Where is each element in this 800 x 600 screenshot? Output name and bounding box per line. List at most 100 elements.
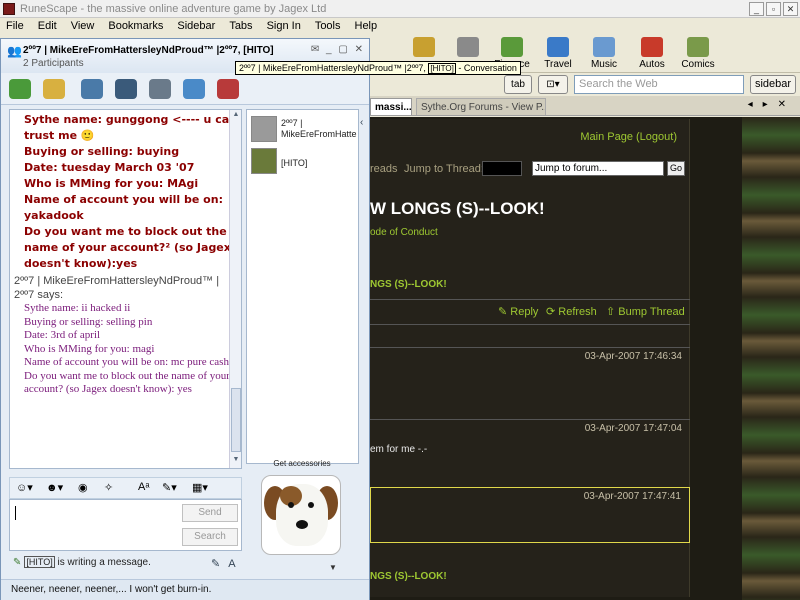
- menu-tabs[interactable]: Tabs: [229, 18, 252, 35]
- avatar[interactable]: [251, 116, 277, 142]
- get-accessories-link[interactable]: Get accessories: [257, 459, 347, 468]
- scroll-down-arrow[interactable]: ▼: [231, 456, 241, 466]
- display-picture[interactable]: [261, 475, 341, 555]
- jump-to-forum-select[interactable]: Jump to forum...: [532, 161, 664, 176]
- travel-icon: [547, 37, 569, 57]
- bump-icon: ⇧: [606, 306, 619, 318]
- invite-icon[interactable]: [9, 79, 31, 99]
- menu-file[interactable]: File: [6, 18, 24, 35]
- nudge-icon[interactable]: ◉: [78, 481, 88, 494]
- personal-message: Neener, neener, neener,... I won't get b…: [1, 579, 369, 600]
- accessories-panel: Get accessories ▼: [257, 459, 347, 579]
- chevron-down-icon[interactable]: ▼: [329, 563, 337, 572]
- refresh-button[interactable]: ⟳ Refresh: [546, 305, 597, 318]
- message-line: Who is MMing for you: magi: [24, 342, 155, 355]
- message-line: Sythe name: ii hacked ii: [24, 302, 131, 314]
- post-date: 03-Apr-2007 17:47:41: [583, 491, 681, 502]
- menu-sign-in[interactable]: Sign In: [267, 18, 301, 35]
- conversation-history[interactable]: Sythe name: gunggong <---- u can trust m…: [9, 109, 242, 469]
- toolbar-news[interactable]: [444, 37, 492, 59]
- tab-bar: massi... Sythe.Org Forums - View P... ◂▸…: [370, 96, 800, 116]
- jump-to-thread-input[interactable]: [482, 161, 522, 176]
- web-search-input[interactable]: Search the Web: [574, 75, 744, 94]
- forum-page: Main Page (Logout) reads Jump to Thread:…: [370, 117, 800, 600]
- tab-active[interactable]: massi...: [370, 98, 412, 115]
- emoticon-icon[interactable]: ☺▾: [16, 481, 33, 494]
- newspaper-icon: [457, 37, 479, 57]
- avatar[interactable]: [251, 148, 277, 174]
- minimize-button[interactable]: _: [749, 2, 764, 16]
- message-line: Do you want me to block out the name of …: [24, 369, 230, 396]
- close-button[interactable]: ✕: [783, 2, 798, 16]
- conversation-scrollbar[interactable]: ▲ ▼: [229, 110, 241, 468]
- menu-tools[interactable]: Tools: [315, 18, 341, 35]
- message-line: Buying or selling: selling pin: [24, 315, 153, 328]
- message-line: Date: 3rd of april: [24, 329, 101, 341]
- message-line: Date: tuesday March 03 '07: [24, 161, 195, 174]
- participant-name[interactable]: 2ºº7 | MikeEreFromHatte: [281, 118, 357, 140]
- background-icon[interactable]: ▦▾: [192, 481, 208, 494]
- collapse-panel-icon[interactable]: ‹: [360, 117, 363, 128]
- block-icon[interactable]: [217, 79, 239, 99]
- call-icon[interactable]: [115, 79, 137, 99]
- new-tab-button[interactable]: tab: [504, 75, 532, 94]
- color-icon[interactable]: ✎▾: [162, 481, 177, 494]
- menu-bookmarks[interactable]: Bookmarks: [108, 18, 163, 35]
- tab-controls[interactable]: ◂▸✕: [748, 99, 796, 110]
- threads-link[interactable]: reads: [370, 163, 398, 175]
- toolbar-autos[interactable]: Autos: [628, 37, 676, 70]
- message-input[interactable]: Send Search: [9, 499, 242, 551]
- maximize-button[interactable]: ▫: [766, 2, 781, 16]
- im-window-controls[interactable]: ✉ _ ▢ ✕: [311, 44, 365, 55]
- bump-thread-button[interactable]: ⇧ Bump Thread: [606, 305, 685, 318]
- engine-dropdown[interactable]: ⊡▾: [538, 75, 568, 94]
- post-body: em for me -.-: [370, 444, 428, 455]
- toolbar-shopping[interactable]: [400, 37, 448, 59]
- refresh-icon: ⟳: [546, 306, 559, 318]
- participants-panel: 2ºº7 | MikeEreFromHatte [HITO]: [246, 109, 359, 464]
- typing-tools[interactable]: ✎A: [211, 557, 244, 570]
- car-icon: [641, 37, 663, 57]
- im-conversation-window: 👥 2ºº7 | MikeEreFromHattersleyNdProud™ |…: [0, 38, 370, 600]
- menu-view[interactable]: View: [71, 18, 95, 35]
- search-button[interactable]: Search: [182, 528, 238, 546]
- conversation-tooltip: 2ºº7 | MikeEreFromHattersleyNdProud™ |2º…: [235, 61, 521, 75]
- toolbar-music[interactable]: Music: [580, 37, 628, 70]
- menu-sidebar[interactable]: Sidebar: [177, 18, 215, 35]
- post-date: 03-Apr-2007 17:46:34: [584, 351, 682, 362]
- menu-help[interactable]: Help: [355, 18, 378, 35]
- message-line: Who is MMing for you: MAgi: [24, 177, 199, 190]
- message-line: Sythe name: gunggong <---- u can trust m…: [24, 113, 237, 142]
- navigation-bar: tab ⊡▾ Search the Web sidebar: [370, 72, 800, 96]
- games-icon[interactable]: [183, 79, 205, 99]
- send-button[interactable]: Send: [182, 504, 238, 522]
- reply-button[interactable]: ✎ Reply: [498, 305, 538, 318]
- thread-subtitle[interactable]: NGS (S)--LOOK!: [370, 279, 447, 290]
- go-button[interactable]: Go: [667, 161, 685, 176]
- wink-icon[interactable]: ☻▾: [46, 481, 63, 494]
- thread-subtitle-bottom[interactable]: NGS (S)--LOOK!: [370, 571, 447, 582]
- toolbar-travel[interactable]: Travel: [534, 37, 582, 70]
- tab-sythe-forums[interactable]: Sythe.Org Forums - View P...: [416, 98, 546, 115]
- voice-clip-icon[interactable]: ✧: [104, 481, 113, 494]
- main-page-link[interactable]: Main Page (Logout): [580, 131, 677, 143]
- jump-to-thread-label: Jump to Thread:: [404, 163, 484, 175]
- video-icon[interactable]: [81, 79, 103, 99]
- activities-icon[interactable]: [149, 79, 171, 99]
- post-date: 03-Apr-2007 17:47:04: [584, 423, 682, 434]
- post: 03-Apr-2007 17:47:04 em for me -.-: [370, 419, 690, 483]
- menu-edit[interactable]: Edit: [38, 18, 57, 35]
- toolbar-comics[interactable]: Comics: [674, 37, 722, 70]
- participants-count: 2 Participants: [23, 58, 84, 69]
- browser-title: RuneScape - the massive online adventure…: [20, 3, 327, 15]
- message-line: Name of account you will be on: mc pure …: [24, 356, 229, 368]
- finance-icon: [501, 37, 523, 57]
- send-files-icon[interactable]: [43, 79, 65, 99]
- code-of-conduct-link[interactable]: ode of Conduct: [370, 227, 438, 238]
- font-icon[interactable]: Aᵃ: [138, 481, 149, 493]
- scroll-thumb[interactable]: [231, 388, 241, 452]
- post: 03-Apr-2007 17:46:34: [370, 347, 690, 415]
- participant-name[interactable]: [HITO]: [281, 158, 307, 169]
- scroll-up-arrow[interactable]: ▲: [231, 111, 241, 121]
- sidebar-button[interactable]: sidebar: [750, 75, 796, 94]
